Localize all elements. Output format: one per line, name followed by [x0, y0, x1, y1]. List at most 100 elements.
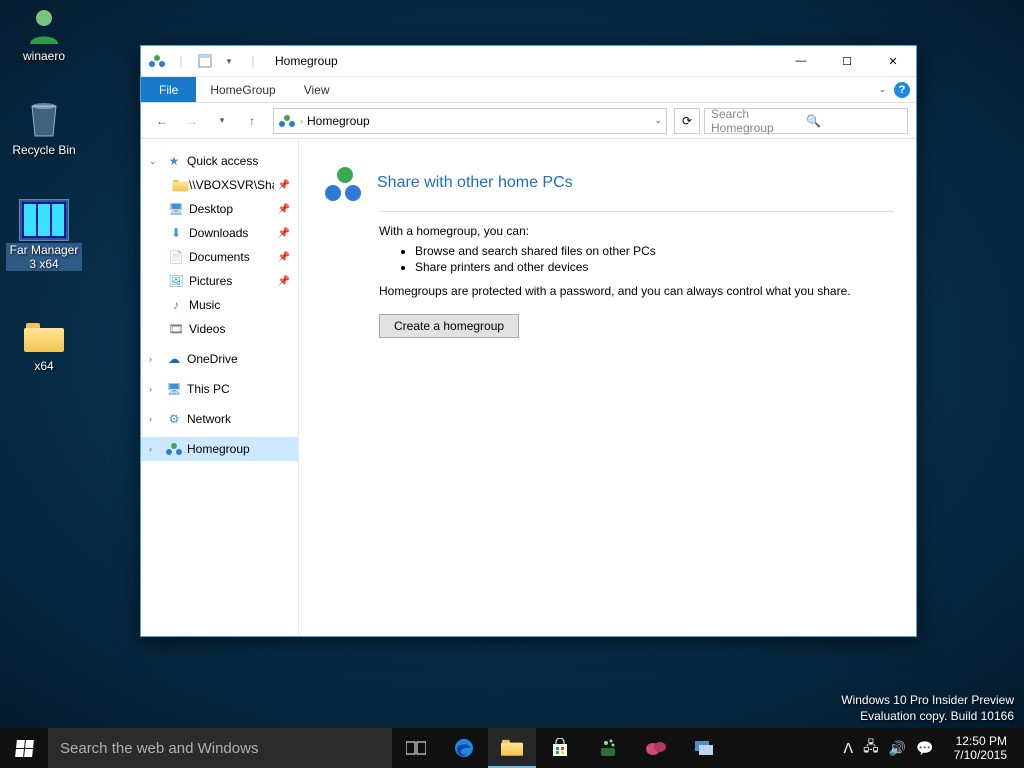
minimize-button[interactable]: — [778, 46, 824, 76]
sidebar-item-label: Quick access [187, 154, 258, 168]
address-dropdown[interactable]: ⌄ [654, 115, 662, 126]
network-icon: ⚙ [165, 410, 183, 428]
chevron-down-icon: ⌄ [149, 156, 161, 167]
window-title: Homegroup [275, 54, 338, 68]
sidebar-item-desktop[interactable]: 🖥Desktop📌 [141, 197, 298, 221]
maximize-button[interactable]: ☐ [824, 46, 870, 76]
windows-watermark: Windows 10 Pro Insider Preview Evaluatio… [841, 692, 1014, 724]
qat-dropdown[interactable]: ▾ [219, 51, 239, 71]
sidebar-item-share[interactable]: \\VBOXSVR\Shared 📌 [141, 173, 298, 197]
downloads-icon: ⬇ [167, 224, 185, 242]
sidebar-this-pc[interactable]: › 🖥 This PC [141, 377, 298, 401]
ribbon-expand-icon[interactable]: ⌄ [878, 84, 886, 95]
desktop-icon-x64[interactable]: x64 [6, 316, 82, 373]
sidebar-item-documents[interactable]: 📄Documents📌 [141, 245, 298, 269]
sidebar-item-music[interactable]: ♪Music [141, 293, 298, 317]
desktop-icon-label: Recycle Bin [6, 143, 82, 157]
pictures-icon: 🖼 [167, 272, 185, 290]
chevron-right-icon: › [149, 384, 161, 394]
sidebar-item-label: This PC [187, 382, 230, 396]
file-explorer-window: | ▾ | Homegroup — ☐ ✕ File HomeGroup Vie… [140, 45, 917, 637]
navigation-row: ← → ▾ ↑ › Homegroup ⌄ ⟳ Search Homegroup… [141, 103, 916, 139]
this-pc-icon: 🖥 [165, 380, 183, 398]
taskbar-clock[interactable]: 12:50 PM 7/10/2015 [944, 734, 1017, 762]
windows-logo-icon [15, 740, 34, 757]
back-button[interactable]: ← [149, 108, 175, 134]
homegroup-icon [278, 114, 296, 128]
content-pane: Share with other home PCs With a homegro… [299, 139, 916, 636]
star-icon: ★ [165, 152, 183, 170]
tab-homegroup[interactable]: HomeGroup [196, 77, 289, 102]
help-button[interactable]: ? [894, 82, 910, 98]
qat-properties-button[interactable] [195, 51, 215, 71]
sidebar-homegroup[interactable]: › Homegroup [141, 437, 298, 461]
tray-network-icon[interactable]: 🖧 [863, 736, 879, 760]
taskbar-app1[interactable] [584, 728, 632, 768]
taskbar-edge[interactable] [440, 728, 488, 768]
chevron-right-icon: › [149, 414, 161, 424]
pin-icon: 📌 [278, 204, 290, 215]
sidebar-item-label: \\VBOXSVR\Shared [189, 178, 274, 192]
chevron-right-icon: › [149, 444, 161, 454]
refresh-button[interactable]: ⟳ [674, 108, 700, 134]
chevron-right-icon: › [300, 116, 303, 126]
pin-icon: 📌 [278, 252, 290, 263]
sidebar-item-label: OneDrive [187, 352, 238, 366]
sidebar-item-label: Desktop [189, 202, 233, 216]
sidebar-item-label: Videos [189, 322, 225, 336]
chevron-right-icon: › [149, 354, 161, 364]
user-icon [20, 6, 68, 46]
create-homegroup-button[interactable]: Create a homegroup [379, 314, 519, 338]
content-text: With a homegroup, you can: Browse and se… [379, 224, 894, 298]
search-icon: 🔍 [806, 114, 901, 128]
sidebar-item-label: Documents [189, 250, 250, 264]
sidebar-item-pictures[interactable]: 🖼Pictures📌 [141, 269, 298, 293]
pin-icon: 📌 [278, 228, 290, 239]
ribbon-tabs: File HomeGroup View ⌄ ? [141, 77, 916, 103]
homegroup-large-icon [321, 163, 363, 205]
sidebar-item-downloads[interactable]: ⬇Downloads📌 [141, 221, 298, 245]
address-bar[interactable]: › Homegroup ⌄ [273, 108, 667, 134]
sidebar-network[interactable]: › ⚙ Network [141, 407, 298, 431]
desktop-icon-label: Far Manager 3 x64 [6, 243, 82, 271]
sidebar-item-label: Homegroup [187, 442, 250, 456]
tray-notifications-icon[interactable]: 💬 [916, 740, 933, 757]
system-tray: ᐱ 🖧 🔊 💬 12:50 PM 7/10/2015 [834, 728, 1024, 768]
folder-icon [167, 176, 185, 194]
sidebar-quick-access[interactable]: ⌄ ★ Quick access [141, 149, 298, 173]
forward-button[interactable]: → [179, 108, 205, 134]
close-button[interactable]: ✕ [870, 46, 916, 76]
start-button[interactable] [0, 728, 48, 768]
desktop-icon-winaero[interactable]: winaero [6, 6, 82, 63]
search-input[interactable]: Search Homegroup 🔍 [704, 108, 908, 134]
up-button[interactable]: ↑ [239, 108, 265, 134]
taskbar-app2[interactable] [632, 728, 680, 768]
titlebar[interactable]: | ▾ | Homegroup — ☐ ✕ [141, 46, 916, 77]
sidebar-item-label: Pictures [189, 274, 232, 288]
sidebar-item-label: Music [189, 298, 220, 312]
taskbar-app3[interactable] [680, 728, 728, 768]
search-placeholder: Search Homegroup [711, 107, 806, 135]
qat-separator: | [171, 51, 191, 71]
taskbar: Search the web and Windows ᐱ 🖧 🔊 💬 12:50… [0, 728, 1024, 768]
sidebar-item-label: Network [187, 412, 231, 426]
tray-volume-icon[interactable]: 🔊 [889, 740, 906, 757]
task-view-button[interactable] [392, 728, 440, 768]
tab-view[interactable]: View [290, 77, 344, 102]
desktop-icon-far-manager[interactable]: Far Manager 3 x64 [6, 200, 82, 271]
taskbar-file-explorer[interactable] [488, 728, 536, 768]
desktop-icon-label: winaero [6, 49, 82, 63]
breadcrumb[interactable]: Homegroup [307, 114, 370, 128]
sidebar-item-videos[interactable]: 🎞 Videos [141, 317, 298, 341]
taskbar-search-input[interactable]: Search the web and Windows [48, 728, 392, 768]
taskbar-store[interactable] [536, 728, 584, 768]
search-placeholder: Search the web and Windows [60, 740, 258, 757]
recent-dropdown[interactable]: ▾ [209, 108, 235, 134]
tray-overflow-button[interactable]: ᐱ [844, 740, 854, 757]
far-manager-icon [20, 200, 68, 240]
tab-file[interactable]: File [141, 77, 196, 102]
videos-icon: 🎞 [167, 320, 185, 338]
pin-icon: 📌 [278, 180, 290, 191]
sidebar-onedrive[interactable]: ›☁OneDrive [141, 347, 298, 371]
desktop-icon-recycle-bin[interactable]: Recycle Bin [6, 100, 82, 157]
